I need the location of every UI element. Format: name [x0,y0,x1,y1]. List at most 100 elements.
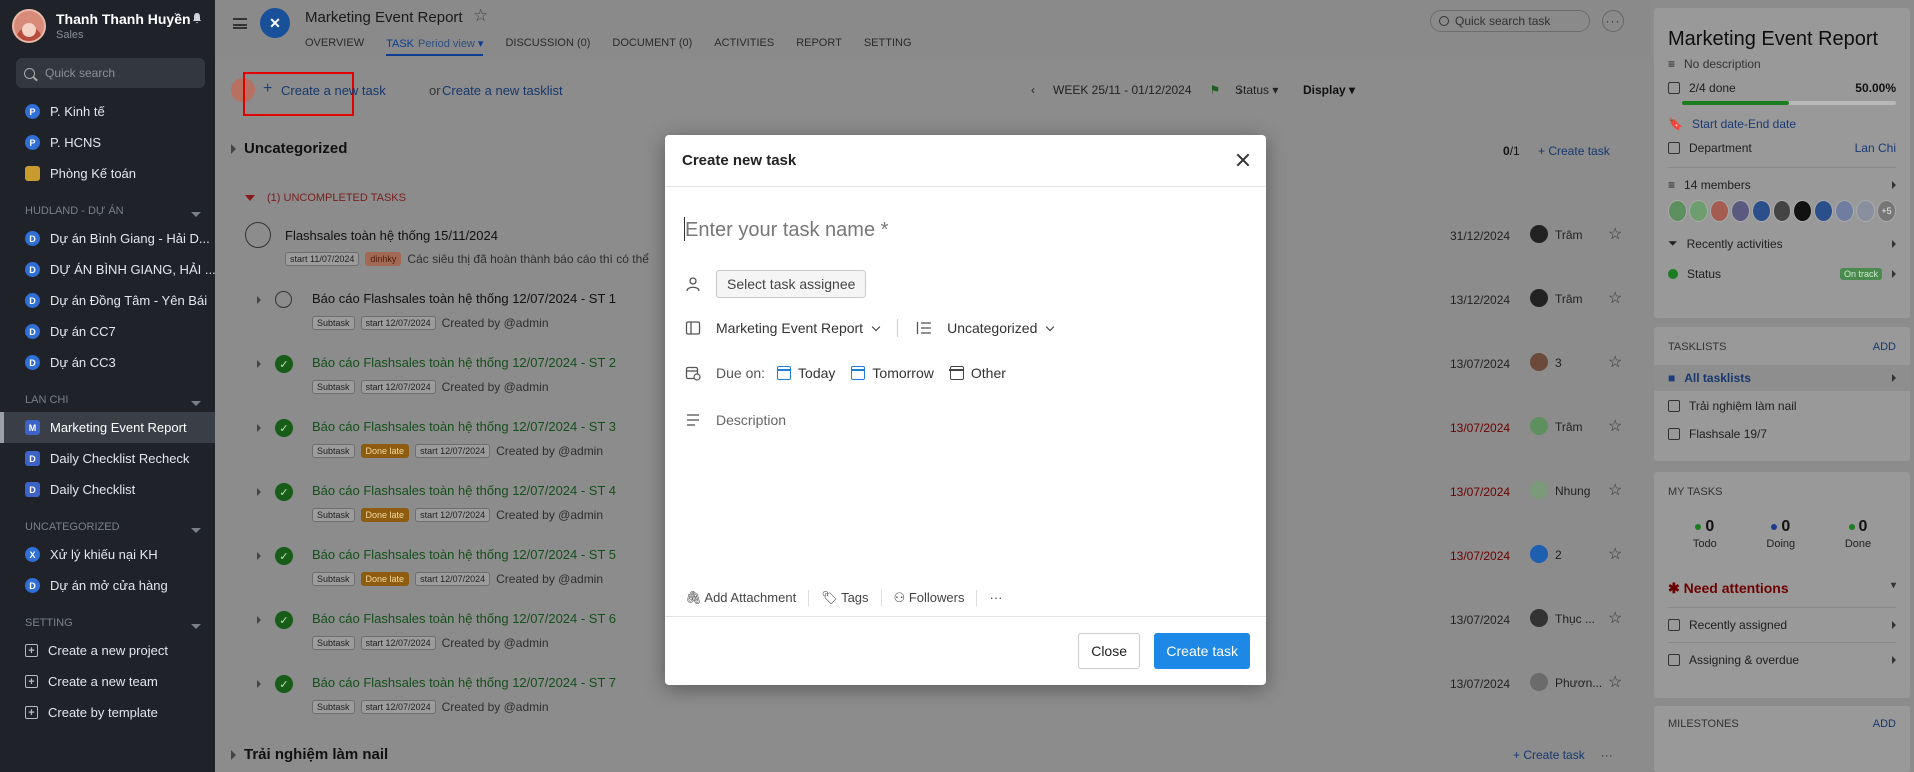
status-dropdown[interactable]: Status ▾ [1235,83,1278,97]
plus-icon[interactable]: + [263,80,272,98]
sidebar-item[interactable]: X Xử lý khiếu nại KH [0,539,215,570]
sidebar-item[interactable]: Phòng Kế toán [0,158,215,189]
star-icon[interactable]: ☆ [1608,544,1622,564]
task-name[interactable]: Báo cáo Flashsales toàn hệ thống 12/07/2… [312,611,616,626]
sidebar-item-active[interactable]: M Marketing Event Report [0,412,215,443]
caret-right-icon[interactable] [257,424,261,432]
caret-right-icon[interactable] [257,296,261,304]
my-tasks-done[interactable]: 0 Done [1845,518,1871,550]
member-avatars[interactable]: +5 [1654,200,1910,222]
sidebar-item-create-project[interactable]: + Create a new project [0,635,215,666]
caret-right-icon[interactable] [257,680,261,688]
sidebar-section-header[interactable]: HUDLAND - DỰ ÁN [0,189,215,223]
user-header[interactable]: Thanh Thanh Huyền Sales [0,0,215,52]
check-circle-icon[interactable]: ✓ [275,355,293,373]
quick-search-task-input[interactable]: Quick search task [1430,10,1590,32]
status-row[interactable]: Status On track [1654,267,1910,281]
task-assignee[interactable]: 3 [1555,356,1562,370]
assigning-overdue-row[interactable]: Assigning & overdue [1654,653,1910,667]
task-due-date[interactable]: 13/07/2024 [1450,485,1510,499]
due-other-option[interactable]: Other [949,365,1006,381]
display-dropdown[interactable]: Display ▾ [1303,83,1355,97]
star-icon[interactable]: ☆ [1608,608,1622,628]
recently-assigned-row[interactable]: Recently assigned [1654,618,1910,632]
tab-setting[interactable]: SETTING [864,37,912,56]
check-circle-icon[interactable]: ✓ [275,483,293,501]
task-name[interactable]: Báo cáo Flashsales toàn hệ thống 12/07/2… [312,675,616,690]
department-row[interactable]: Department Lan Chi [1654,141,1910,155]
tab-task[interactable]: TASK Period view ▾ [386,37,484,56]
star-icon[interactable]: ☆ [1608,416,1622,436]
members-more[interactable]: +5 [1877,200,1896,222]
star-icon[interactable]: ☆ [1608,288,1622,308]
tasklist-item[interactable]: Flashsale 19/7 [1654,427,1910,441]
check-circle-icon[interactable]: ✓ [275,547,293,565]
star-icon[interactable]: ☆ [1608,672,1622,692]
check-circle-icon[interactable]: ✓ [275,419,293,437]
description-placeholder[interactable]: Description [716,412,786,428]
uncompleted-header[interactable]: (1) UNCOMPLETED TASKS [245,192,406,204]
star-icon[interactable]: ☆ [1608,224,1622,244]
sidebar-item-create-team[interactable]: + Create a new team [0,666,215,697]
my-tasks-todo[interactable]: 0 Todo [1693,518,1717,550]
check-circle-icon[interactable]: ✓ [275,675,293,693]
date-row[interactable]: 🔖 Start date - End date [1654,117,1910,131]
task-status-circle[interactable] [245,222,271,248]
my-tasks-doing[interactable]: 0 Doing [1766,518,1795,550]
task-assignee[interactable]: Nhung [1555,484,1590,498]
create-task-button[interactable]: Create task [1154,633,1250,669]
caret-right-icon[interactable] [257,488,261,496]
task-due-date[interactable]: 13/07/2024 [1450,677,1510,691]
tab-discussion[interactable]: DISCUSSION (0) [505,37,590,56]
user-avatar[interactable] [12,9,46,43]
tab-overview[interactable]: OVERVIEW [305,37,364,56]
more-icon[interactable]: ··· [1601,748,1613,762]
task-due-date[interactable]: 13/07/2024 [1450,357,1510,371]
chevron-left-icon[interactable]: ‹ [1031,83,1035,97]
tasklist-all[interactable]: ■ All tasklists [1654,365,1910,391]
group-create-task-link[interactable]: + Create task [1538,144,1610,158]
group-header[interactable]: Trải nghiệm làm nail [231,746,388,763]
description-row[interactable]: ≡ No description [1654,57,1910,71]
tab-activities[interactable]: ACTIVITIES [714,37,774,56]
create-new-task-link[interactable]: Create a new task [281,83,386,98]
sidebar-item[interactable]: P P. HCNS [0,127,215,158]
sidebar-item[interactable]: D DỰ ÁN BÌNH GIANG, HẢI ... [0,254,215,285]
task-due-date[interactable]: 13/07/2024 [1450,421,1510,435]
task-due-date[interactable]: 13/12/2024 [1450,293,1510,307]
sidebar-search[interactable]: Quick search [16,58,205,88]
task-name[interactable]: Báo cáo Flashsales toàn hệ thống 12/07/2… [312,547,616,562]
task-assignee[interactable]: Trâm [1555,228,1583,242]
close-button[interactable]: Close [1078,633,1140,669]
task-due-date[interactable]: 31/12/2024 [1450,229,1510,243]
tasklist-item[interactable]: Trải nghiệm làm nail [1654,399,1910,413]
sidebar-section-header[interactable]: LAN CHI [0,378,215,412]
followers-button[interactable]: ⚇ Followers [894,590,965,606]
need-attentions-header[interactable]: ✱ Need attentions ▾ [1654,580,1910,597]
due-tomorrow-option[interactable]: Tomorrow [850,365,934,381]
star-icon[interactable]: ☆ [1608,480,1622,500]
add-milestone-button[interactable]: ADD [1873,718,1896,730]
task-due-date[interactable]: 13/07/2024 [1450,613,1510,627]
start-date[interactable]: Start date [1692,117,1744,131]
sidebar-section-header[interactable]: UNCATEGORIZED [0,505,215,539]
tasklist-select[interactable]: Uncategorized [947,320,1055,336]
group-header[interactable]: Uncategorized [231,140,347,157]
sidebar-item[interactable]: D Dự án CC3 [0,347,215,378]
task-status-circle[interactable] [275,291,292,308]
task-name[interactable]: Báo cáo Flashsales toàn hệ thống 12/07/2… [312,291,616,306]
sidebar-item[interactable]: D Dự án Bình Giang - Hải D... [0,223,215,254]
create-new-tasklist-link[interactable]: Create a new tasklist [442,83,563,98]
task-name[interactable]: Flashsales toàn hệ thống 15/11/2024 [285,228,498,243]
task-name[interactable]: Báo cáo Flashsales toàn hệ thống 12/07/2… [312,355,616,370]
end-date[interactable]: End date [1748,117,1796,131]
bell-icon[interactable] [191,12,203,24]
sidebar-item[interactable]: P P. Kinh tế [0,96,215,127]
recent-activities-row[interactable]: ⏷ Recently activities [1654,236,1910,251]
sidebar-item[interactable]: D Dự án Đồng Tâm - Yên Bái [0,285,215,316]
close-icon[interactable] [1236,153,1250,167]
task-assignee[interactable]: 2 [1555,548,1562,562]
period-view-dropdown[interactable]: Period view [418,38,475,50]
department-value[interactable]: Lan Chi [1855,141,1896,155]
due-today-option[interactable]: Today [776,365,835,381]
